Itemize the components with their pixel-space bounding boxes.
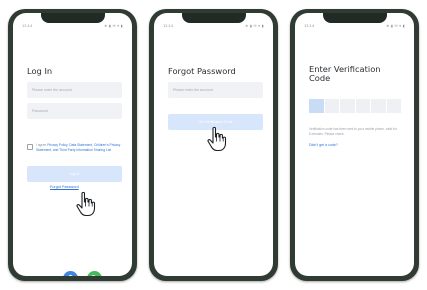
agreement-text: I agree Privacy Policy, Data Statement, … — [36, 143, 124, 153]
forgot-password-link[interactable]: Forgot Password — [50, 185, 79, 189]
page-title: Enter Verification Code — [309, 64, 381, 84]
verification-screen: 12:14 ⊕ ▮ ✉ ▾ ▮ Enter Verification Code … — [295, 13, 414, 276]
account-input[interactable]: Please enter the account — [27, 82, 122, 98]
hand-pointer-icon — [76, 191, 96, 217]
agree-checkbox[interactable] — [27, 144, 33, 150]
forgot-password-screen: 12:14 ⊕ ▮ ✉ ▾ ▮ Forgot Password Please e… — [154, 13, 273, 276]
phone-login: 12:14 ⊕ ▮ ✉ ▾ ▮ Log In Please enter the … — [8, 9, 137, 281]
code-input[interactable] — [309, 99, 401, 113]
resend-link[interactable]: Didn't get a code? — [309, 143, 338, 147]
status-bar: 12:14 ⊕ ▮ ✉ ▾ ▮ — [304, 21, 405, 30]
login-screen: 12:14 ⊕ ▮ ✉ ▾ ▮ Log In Please enter the … — [13, 13, 132, 276]
status-icons: ⊕ ▮ ✉ ▾ ▮ — [245, 23, 264, 28]
wechat-glyph — [91, 275, 96, 276]
status-icons: ⊕ ▮ ✉ ▾ ▮ — [386, 23, 405, 28]
code-box[interactable] — [386, 99, 401, 113]
policy-links[interactable]: Privacy Policy, Data Statement, Children… — [36, 143, 120, 152]
password-placeholder: Password — [32, 109, 48, 113]
status-time: 12:14 — [163, 23, 174, 28]
phone-verification: 12:14 ⊕ ▮ ✉ ▾ ▮ Enter Verification Code … — [290, 9, 419, 281]
code-box[interactable] — [355, 99, 370, 113]
code-box[interactable] — [340, 99, 355, 113]
wechat-icon[interactable] — [87, 271, 102, 276]
qq-icon[interactable] — [63, 271, 78, 276]
password-input[interactable]: Password — [27, 103, 122, 119]
page-title: Forgot Password — [168, 66, 236, 76]
status-bar: 12:14 ⊕ ▮ ✉ ▾ ▮ — [22, 21, 123, 30]
status-time: 12:14 — [304, 23, 315, 28]
account-placeholder: Please enter the account — [173, 88, 213, 92]
account-placeholder: Please enter the account — [32, 88, 72, 92]
status-time: 12:14 — [22, 23, 33, 28]
code-box[interactable] — [309, 99, 324, 113]
get-code-button-label: Get Verification Code — [198, 120, 233, 124]
status-bar: 12:14 ⊕ ▮ ✉ ▾ ▮ — [163, 21, 264, 30]
agreement-row: I agree Privacy Policy, Data Statement, … — [27, 143, 124, 153]
code-box[interactable] — [324, 99, 339, 113]
hand-pointer-icon — [207, 126, 227, 152]
account-input[interactable]: Please enter the account — [168, 82, 263, 98]
phone-forgot-password: 12:14 ⊕ ▮ ✉ ▾ ▮ Forgot Password Please e… — [149, 9, 278, 281]
login-button-label: Log In — [69, 172, 80, 176]
status-icons: ⊕ ▮ ✉ ▾ ▮ — [104, 23, 123, 28]
login-button[interactable]: Log In — [27, 166, 122, 182]
qq-glyph — [68, 274, 73, 276]
code-hint: Verification code has been sent to your … — [309, 127, 397, 136]
code-box[interactable] — [371, 99, 386, 113]
agreement-prefix: I agree — [36, 143, 48, 147]
page-title: Log In — [27, 66, 53, 76]
